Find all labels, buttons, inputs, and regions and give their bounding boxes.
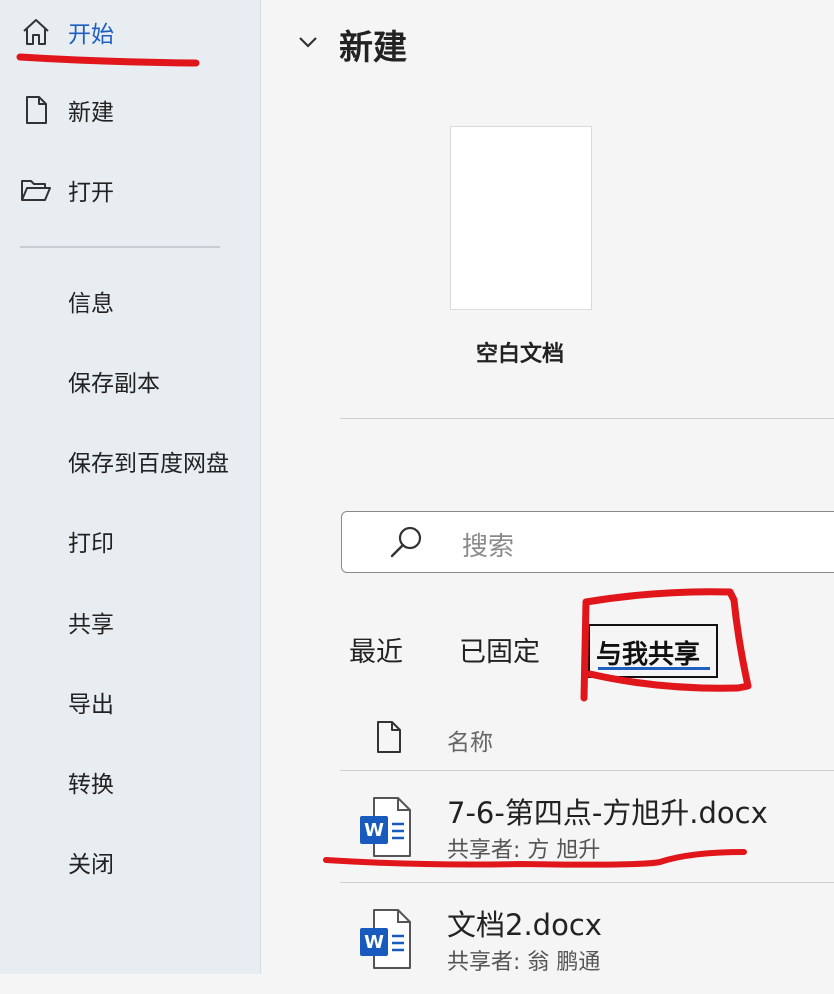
file-row[interactable]: W 7-6-第四点-方旭升.docx 共享者: 方 旭升 — [340, 772, 834, 882]
sidebar-item-info[interactable]: 信息 — [0, 271, 260, 331]
file-name: 文档2.docx — [447, 908, 602, 942]
svg-text:W: W — [364, 932, 384, 953]
divider — [340, 770, 834, 771]
sidebar-item-open[interactable]: 打开 — [0, 160, 260, 220]
file-type-icon — [377, 721, 401, 753]
divider — [340, 418, 834, 419]
sidebar-item-home[interactable]: 开始 — [0, 2, 260, 62]
sidebar-item-label: 共享 — [68, 612, 114, 638]
sidebar-item-save-baidu[interactable]: 保存到百度网盘 — [0, 431, 260, 491]
file-name: 7-6-第四点-方旭升.docx — [447, 796, 768, 830]
divider — [340, 882, 834, 883]
sidebar-item-label: 打开 — [68, 180, 114, 206]
file-shared-by: 共享者: 方 旭升 — [447, 838, 601, 863]
tab-shared-with-me[interactable]: 与我共享 — [588, 624, 718, 678]
sidebar-item-export[interactable]: 导出 — [0, 672, 260, 732]
sidebar-item-label: 保存到百度网盘 — [68, 451, 229, 477]
tab-label: 与我共享 — [596, 640, 701, 670]
file-shared-by: 共享者: 翁 鹏通 — [447, 950, 601, 975]
main-panel: 新建 空白文档 搜索 最近 已固定 与我共享 名称 W 7-6-第四点-方旭升.… — [261, 0, 834, 975]
word-document-icon: W — [360, 909, 411, 969]
sidebar-item-label: 导出 — [68, 692, 114, 718]
section-title: 新建 — [339, 28, 407, 68]
sidebar-item-label: 转换 — [68, 772, 114, 798]
sidebar-item-label: 保存副本 — [68, 371, 160, 397]
sidebar-divider — [20, 246, 220, 248]
backstage-sidebar: 开始 新建 打开 信息 保存副本 保存到百度网盘 打印 共享 导出 转换 关闭 — [0, 0, 261, 974]
search-box[interactable]: 搜索 — [341, 511, 834, 573]
sidebar-item-label: 新建 — [68, 100, 114, 126]
template-label: 空白文档 — [475, 342, 564, 367]
tab-recent[interactable]: 最近 — [349, 630, 403, 669]
sidebar-item-label: 打印 — [68, 531, 114, 557]
chevron-down-icon[interactable] — [296, 30, 320, 54]
svg-text:W: W — [364, 820, 384, 841]
search-icon — [390, 526, 422, 558]
sidebar-item-share[interactable]: 共享 — [0, 592, 260, 652]
blank-document-template[interactable] — [450, 126, 592, 310]
new-document-icon — [26, 96, 47, 124]
sidebar-item-close[interactable]: 关闭 — [0, 832, 260, 892]
sidebar-item-convert[interactable]: 转换 — [0, 752, 260, 812]
search-input[interactable]: 搜索 — [462, 526, 514, 563]
tab-pinned[interactable]: 已固定 — [459, 630, 540, 669]
sidebar-item-label: 开始 — [68, 22, 114, 48]
file-row[interactable]: W 文档2.docx 共享者: 翁 鹏通 — [340, 884, 834, 994]
sidebar-item-new[interactable]: 新建 — [0, 80, 260, 140]
sidebar-item-label: 关闭 — [68, 852, 114, 878]
sidebar-item-save-copy[interactable]: 保存副本 — [0, 351, 260, 411]
folder-open-icon — [21, 180, 51, 201]
active-tab-underline — [598, 667, 710, 670]
home-icon — [23, 19, 49, 45]
sidebar-item-label: 信息 — [68, 291, 114, 317]
sidebar-item-print[interactable]: 打印 — [0, 511, 260, 571]
word-document-icon: W — [360, 797, 411, 857]
column-header-name[interactable]: 名称 — [447, 723, 493, 757]
